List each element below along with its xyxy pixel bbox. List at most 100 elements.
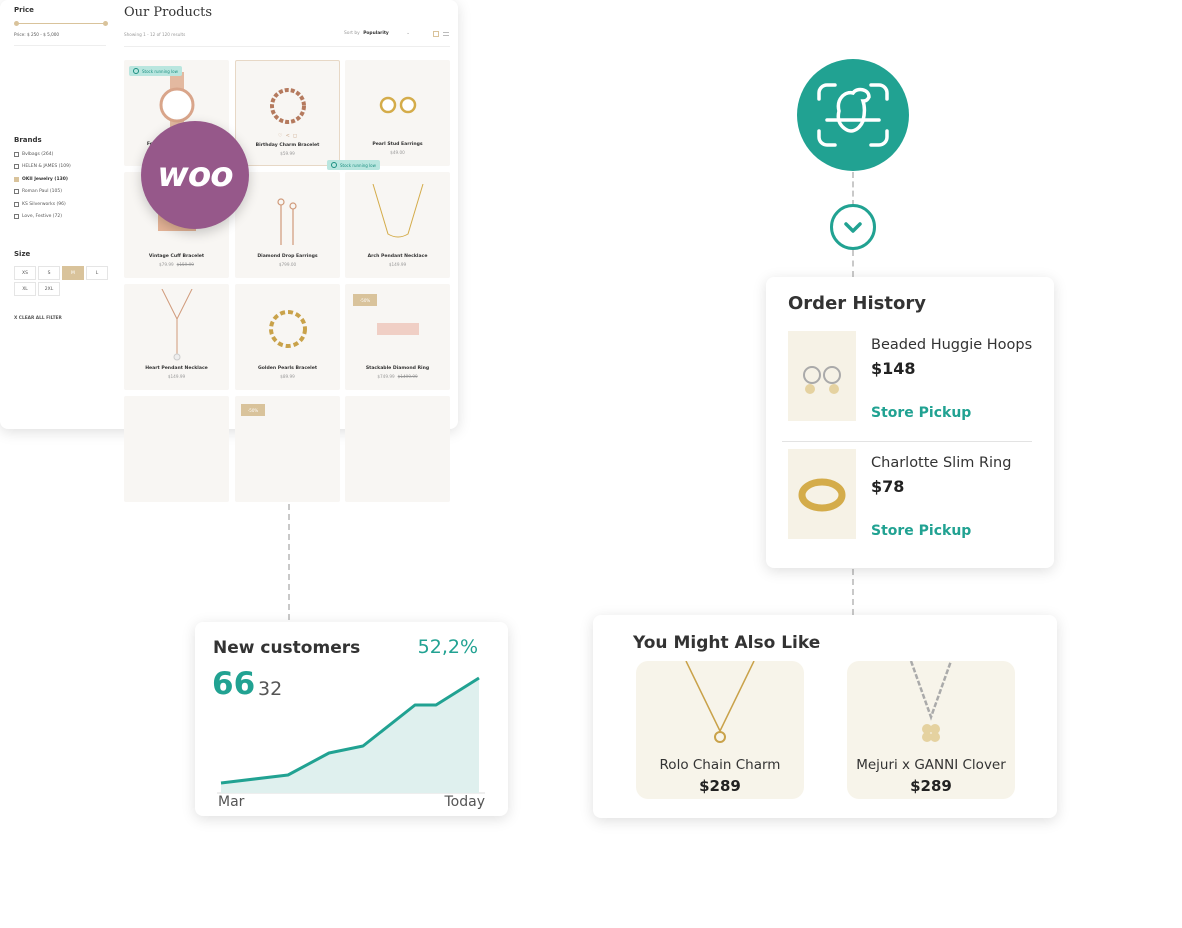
price: $89.99 [280, 374, 295, 379]
stock-text: Stock running low [142, 68, 178, 74]
x-label-start: Mar [218, 794, 245, 810]
sale-badge: -50% [241, 404, 265, 416]
new-customers-card: New customers 52,2% 66 32 Mar Today [195, 622, 508, 816]
product-image-pendant [124, 289, 229, 362]
product-card[interactable]: Pearl Stud Earrings $49.00 [345, 60, 450, 166]
product-card[interactable]: Golden Pearls Bracelet $89.99 [235, 284, 340, 390]
brand-filter[interactable]: Love, Festive (72) [14, 211, 106, 224]
recommendations-card: You Might Also Like Rolo Chain Charm $28… [593, 615, 1057, 818]
brand-filter[interactable]: Bvlbags (264) [14, 148, 106, 161]
brand-label: OKII Jewelry (130) [22, 176, 68, 182]
stock-badge: Stock running low [129, 66, 182, 76]
price: $149.99 [167, 374, 186, 379]
results-count: Showing 1 - 12 of 120 results [124, 32, 186, 37]
customers-chart [217, 676, 485, 794]
size-option[interactable]: XS [14, 266, 36, 280]
old-price: $159.99 [176, 262, 194, 267]
product-name: Diamond Drop Earrings [257, 254, 318, 259]
brand-label: Roman Paul (105) [22, 189, 63, 195]
checkbox[interactable] [14, 151, 19, 157]
brand-filter[interactable]: Roman Paul (105) [14, 186, 106, 199]
sale-badge: -50% [353, 294, 377, 306]
connector-line [852, 250, 854, 277]
product-price: $149.99 [345, 262, 450, 267]
recommendations-title: You Might Also Like [633, 633, 821, 653]
size-option[interactable]: XL [14, 282, 36, 296]
product-card[interactable] [345, 396, 450, 502]
order-item[interactable]: Charlotte Slim Ring $78 Store Pickup [788, 449, 1038, 541]
product-price: $89.99 [235, 374, 340, 379]
connector-line [288, 504, 290, 620]
product-card[interactable]: Arch Pendant Necklace $149.99 [345, 172, 450, 278]
product-name: Golden Pearls Bracelet [257, 366, 318, 371]
brand-label: Bvlbags (264) [22, 151, 54, 157]
product-name: Vintage Cuff Bracelet [148, 254, 205, 259]
connector-line [852, 569, 854, 615]
connector-line [852, 172, 854, 206]
size-option[interactable]: 2XL [38, 282, 60, 296]
list-view-icon[interactable] [443, 32, 449, 36]
product-image-clover-chain [909, 661, 953, 742]
price: $49.00 [390, 150, 405, 155]
brands-heading: Brands [14, 136, 42, 144]
product-card[interactable]: -50% Stackable Diamond Ring $749.99 $1499.9… [345, 284, 450, 390]
grid-view-icon[interactable] [433, 31, 439, 37]
order-item-price: $78 [871, 477, 905, 496]
price-heading: Price [14, 6, 34, 14]
product-card[interactable]: Heart Pendant Necklace $149.99 [124, 284, 229, 390]
order-item-name: Charlotte Slim Ring [871, 455, 1012, 471]
brand-filter[interactable]: KS Silverworks (96) [14, 198, 106, 211]
order-item-status: Store Pickup [871, 405, 972, 421]
stock-text: Stock running low [340, 162, 376, 168]
recommendation-item[interactable]: Mejuri x GANNI Clover $289 [847, 661, 1015, 799]
checkbox[interactable] [14, 189, 19, 195]
price-slider[interactable] [14, 18, 108, 30]
price: $799.00 [278, 262, 297, 267]
size-option[interactable]: M [62, 266, 84, 280]
product-card[interactable]: Birthday Charm Bracelet $59.99 ♡ < ◻ [235, 60, 340, 166]
product-card[interactable]: Diamond Drop Earrings $799.00 [235, 172, 340, 278]
old-price: $1499.99 [397, 374, 418, 379]
product-price: $59.99 [236, 151, 339, 156]
size-option[interactable]: S [38, 266, 60, 280]
recommendation-price: $289 [699, 777, 741, 795]
woocommerce-logo: WOO [141, 121, 249, 229]
checkbox[interactable] [14, 201, 19, 207]
chevron-down-icon [830, 204, 876, 250]
product-price: $799.00 [235, 262, 340, 267]
page-title: Our Products [124, 5, 213, 20]
order-item[interactable]: Beaded Huggie Hoops $148 Store Pickup [788, 331, 1038, 423]
sort-value: Popularity [363, 31, 389, 36]
checkbox[interactable] [14, 176, 19, 182]
product-actions-icons[interactable]: ♡ < ◻ [236, 133, 339, 139]
product-image-bracelet [236, 73, 339, 139]
product-name: Stackable Diamond Ring [365, 366, 430, 371]
product-card[interactable] [124, 396, 229, 502]
size-option[interactable]: L [86, 266, 108, 280]
chart-area [221, 678, 479, 793]
product-price: $79.99 $159.99 [124, 262, 229, 267]
price: $749.99 [377, 374, 395, 379]
brand-filter[interactable]: OKII Jewelry (130) [14, 173, 106, 186]
brand-filter[interactable]: HELEN & JAMES (109) [14, 161, 106, 174]
product-image-necklace [685, 661, 755, 743]
product-price: $49.00 [345, 150, 450, 155]
chevron-down-icon: ⌄ [406, 31, 410, 36]
brand-label: HELEN & JAMES (109) [22, 164, 71, 170]
sort-dropdown[interactable]: Sort by Popularity ⌄ [344, 31, 410, 36]
price: $59.99 [280, 151, 295, 156]
product-image-earrings [345, 72, 450, 138]
size-heading: Size [14, 250, 31, 258]
product-price: $749.99 $1499.99 [345, 374, 450, 379]
product-name: Birthday Charm Bracelet [255, 143, 320, 148]
clear-filter-link[interactable]: X CLEAR ALL FILTER [14, 316, 106, 321]
order-item-status: Store Pickup [871, 523, 972, 539]
order-item-name: Beaded Huggie Hoops [871, 337, 1033, 353]
recommendation-item[interactable]: Rolo Chain Charm $289 [636, 661, 804, 799]
checkbox[interactable] [14, 214, 19, 220]
checkbox[interactable] [14, 164, 19, 170]
brand-label: Love, Festive (72) [22, 214, 63, 220]
product-card[interactable]: -50% [235, 396, 340, 502]
product-price: $149.99 [124, 374, 229, 379]
recommendation-name: Rolo Chain Charm [659, 757, 781, 773]
